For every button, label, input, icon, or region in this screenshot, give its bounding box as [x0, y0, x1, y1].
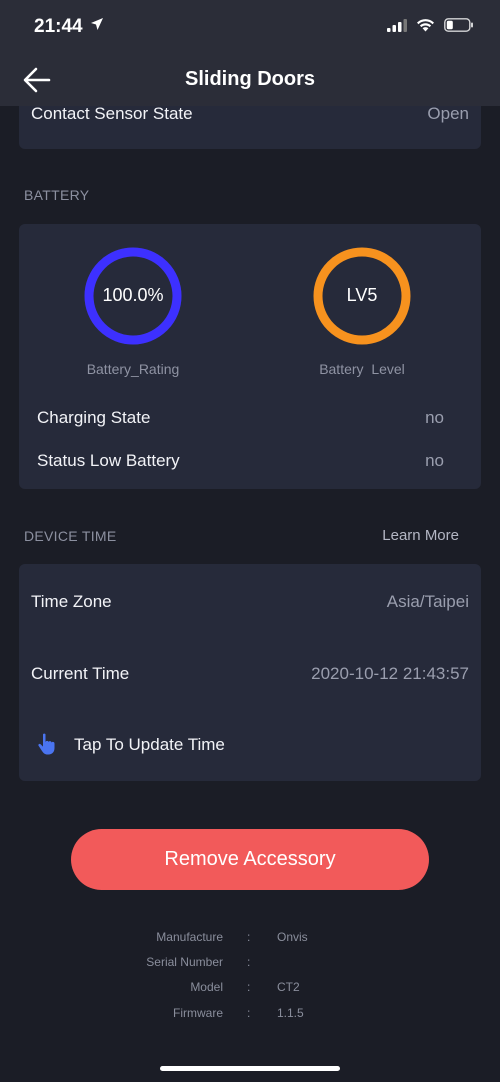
- info-separator: :: [247, 1006, 251, 1020]
- device-time-card: Time Zone Asia/Taipei Current Time 2020-…: [19, 564, 481, 781]
- battery-level-gauge: LV5: [313, 247, 411, 345]
- battery-icon: [444, 18, 473, 32]
- learn-more-link[interactable]: Learn More: [382, 527, 459, 544]
- battery-section-title: BATTERY: [24, 187, 90, 203]
- contact-sensor-value: Open: [427, 104, 469, 123]
- current-time-value: 2020-10-12 21:43:57: [311, 664, 469, 683]
- status-icons: [387, 18, 474, 32]
- tap-update-time-label: Tap To Update Time: [74, 735, 225, 754]
- remove-accessory-button[interactable]: Remove Accessory: [71, 829, 429, 890]
- status-time: 21:44: [34, 16, 83, 37]
- battery-rating-value: 100.0%: [102, 285, 164, 305]
- tap-update-time-button[interactable]: Tap To Update Time: [35, 728, 295, 762]
- location-arrow-icon: [91, 18, 103, 30]
- home-indicator[interactable]: [160, 1066, 340, 1071]
- battery-level-label: Battery Level: [319, 361, 405, 377]
- model-value: CT2: [277, 980, 300, 994]
- model-label: Model: [190, 980, 223, 994]
- low-battery-label: Status Low Battery: [37, 451, 180, 470]
- manufacture-label: Manufacture: [156, 930, 223, 944]
- info-separator: :: [247, 930, 251, 944]
- firmware-label: Firmware: [173, 1006, 223, 1020]
- charging-state-value: no: [425, 408, 444, 427]
- nav-bar: Sliding Doors: [0, 54, 500, 106]
- charging-state-label: Charging State: [37, 408, 151, 427]
- battery-rating-label: Battery_Rating: [86, 361, 180, 377]
- serial-number-label: Serial Number: [146, 955, 223, 969]
- info-separator: :: [247, 955, 251, 969]
- device-time-section-title: DEVICE TIME: [24, 528, 117, 544]
- hand-pointer-icon: [38, 733, 55, 755]
- time-zone-value: Asia/Taipei: [386, 592, 469, 611]
- page-title: Sliding Doors: [185, 68, 315, 90]
- firmware-value: 1.1.5: [277, 1006, 304, 1020]
- current-time-label: Current Time: [31, 664, 130, 683]
- battery-level-value: LV5: [346, 285, 378, 305]
- manufacture-value: Onvis: [277, 930, 308, 944]
- low-battery-value: no: [425, 451, 444, 470]
- wifi-icon: [417, 19, 434, 32]
- cellular-signal-icon: [387, 18, 407, 32]
- battery-card: 100.0% Battery_Rating LV5 Battery Level …: [19, 224, 481, 489]
- info-separator: :: [247, 980, 251, 994]
- contact-sensor-label: Contact Sensor State: [31, 104, 193, 123]
- status-bar: 21:44: [0, 0, 500, 54]
- time-zone-label: Time Zone: [31, 592, 112, 611]
- contact-sensor-card: Contact Sensor State Open: [19, 104, 481, 149]
- battery-rating-gauge: 100.0%: [84, 247, 182, 345]
